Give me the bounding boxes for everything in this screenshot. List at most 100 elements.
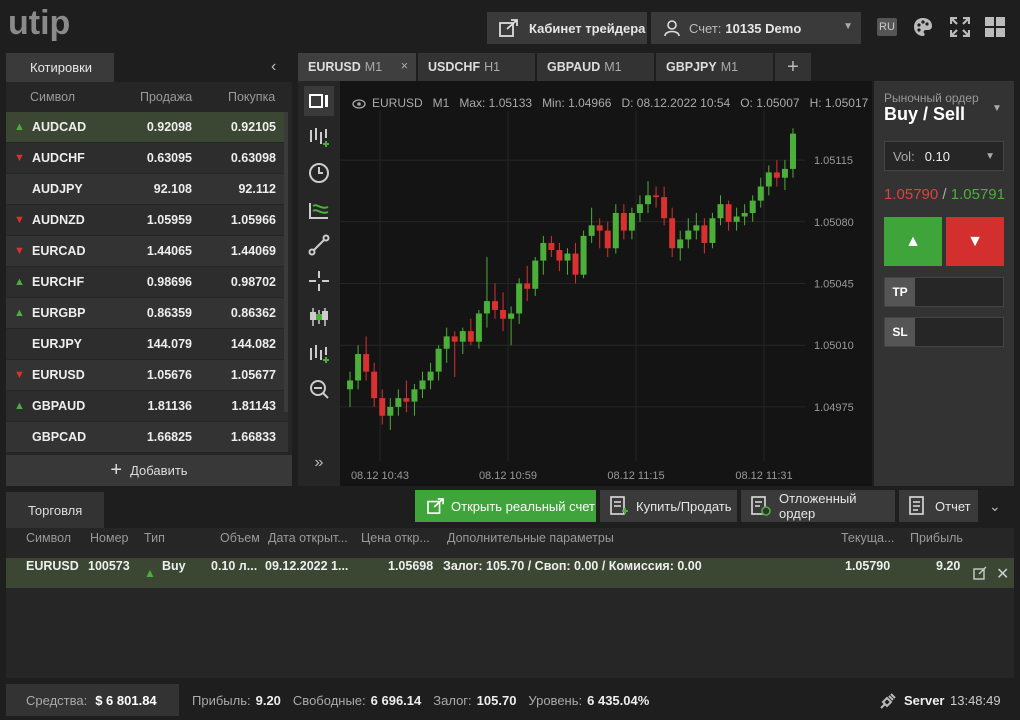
arrow-up-icon: ▲	[144, 566, 156, 580]
eye-icon[interactable]	[352, 97, 366, 112]
quote-row[interactable]: ▼ AUDNZD 1.05959 1.05966	[6, 205, 288, 235]
trade-col-0[interactable]: Символ	[26, 531, 71, 545]
candle-body	[781, 168, 788, 178]
chevron-down-icon[interactable]: ⌄	[989, 498, 1001, 515]
palette-icon[interactable]	[913, 17, 933, 40]
quote-bid: 1.81136	[147, 399, 193, 413]
tab-chart-gbpjpy[interactable]: GBPJPY M1	[656, 53, 773, 81]
sl-label: SL	[885, 318, 915, 346]
quote-row[interactable]: GBPCAD 1.66825 1.66833	[6, 422, 288, 452]
clock-time: 13:48:49	[950, 693, 1001, 708]
price-chart[interactable]: 1.05115 1.05080 1.05045 1.05010 1.04975 08.12…	[340, 81, 872, 486]
language-button[interactable]: RU	[877, 18, 897, 36]
fullscreen-icon[interactable]	[949, 16, 971, 40]
chevron-down-icon[interactable]: ▼	[992, 103, 1002, 114]
candle-body	[532, 260, 539, 289]
sell-button[interactable]: ▼	[946, 217, 1004, 266]
crosshair-icon[interactable]	[304, 266, 334, 296]
app-logo: utip	[8, 4, 71, 42]
close-icon[interactable]: ×	[401, 59, 408, 73]
collapse-left-icon[interactable]: ‹	[271, 58, 276, 76]
x-tick-label: 08.12 10:43	[351, 470, 409, 482]
expand-toolbar-icon[interactable]: »	[304, 448, 334, 478]
buy-sell-label: Купить/Продать	[636, 498, 732, 514]
quote-row[interactable]: ▲ EURGBP 0.86359 0.86362	[6, 298, 288, 328]
col-symbol: Символ	[30, 90, 76, 104]
trade-col-6[interactable]: Дополнительные параметры	[447, 531, 614, 545]
tab-trading[interactable]: Торговля	[6, 492, 104, 528]
close-position-icon[interactable]: ✕	[996, 564, 1009, 584]
chart-type-icon[interactable]	[304, 86, 334, 116]
account-selector[interactable]: Счет: 10135 Demo ▼	[651, 12, 861, 44]
candle-body	[685, 230, 692, 240]
candle-body	[347, 380, 354, 390]
quote-row[interactable]: ▼ EURUSD 1.05676 1.05677	[6, 360, 288, 390]
candle-body	[572, 253, 579, 275]
profit-value: 9.20	[255, 692, 281, 708]
y-tick-label: 1.05080	[814, 217, 854, 229]
quote-ask: 92.112	[238, 182, 276, 196]
candle-body	[645, 195, 652, 205]
quote-row[interactable]: ▼ EURCAD 1.44065 1.44069	[6, 236, 288, 266]
trade-col-3[interactable]: Объем	[220, 531, 260, 545]
candle-body	[773, 172, 780, 178]
free-value: 6 696.14	[370, 692, 422, 708]
account-prefix: Счет:	[689, 20, 722, 36]
candle-body	[540, 242, 547, 261]
buy-button[interactable]: ▲	[884, 217, 942, 266]
trader-cabinet-button[interactable]: Кабинет трейдера	[487, 12, 647, 44]
quotes-header: Символ Продажа Покупка	[6, 84, 292, 110]
zoom-out-icon[interactable]	[304, 374, 334, 404]
tab-chart-gbpaud[interactable]: GBPAUD M1	[537, 53, 654, 81]
indicators-add-icon[interactable]	[304, 122, 334, 152]
chart-area[interactable]: 1.05115 1.05080 1.05045 1.05010 1.04975 08.12…	[340, 81, 872, 486]
quote-ask: 0.63098	[230, 151, 276, 165]
quote-row[interactable]: ▲ GBPAUD 1.81136 1.81143	[6, 391, 288, 421]
clock-icon[interactable]	[304, 158, 334, 188]
candle-body	[500, 309, 507, 319]
buy-sell-button[interactable]: Купить/Продать	[600, 490, 737, 522]
server-label: Server	[904, 693, 945, 708]
tab-chart-usdchf[interactable]: USDCHF H1	[418, 53, 535, 81]
order-type[interactable]: Buy / Sell	[884, 104, 965, 125]
report-button[interactable]: Отчет	[899, 490, 978, 522]
add-symbol-button[interactable]: + Добавить	[6, 455, 292, 486]
quote-row[interactable]: ▲ AUDCAD 0.92098 0.92105	[6, 112, 288, 142]
trade-col-1[interactable]: Номер	[90, 531, 128, 545]
trade-col-4[interactable]: Дата открыт...	[268, 531, 348, 545]
tab-chart-eurusd[interactable]: EURUSD M1 ×	[298, 53, 416, 81]
volume-select[interactable]: Vol: 0.10 ▼	[884, 141, 1004, 171]
layout-grid-icon[interactable]	[985, 17, 1005, 40]
sl-field[interactable]: SL	[884, 317, 1004, 347]
candlestick-icon[interactable]	[304, 302, 334, 332]
candle-body	[427, 371, 434, 381]
edit-icon[interactable]	[973, 566, 987, 583]
trade-col-8[interactable]: Прибыль	[910, 531, 963, 545]
quote-row[interactable]: ▲ EURCHF 0.98696 0.98702	[6, 267, 288, 297]
pending-order-label: Отложенный ордер	[779, 491, 857, 521]
candle-body	[483, 301, 490, 314]
trade-col-5[interactable]: Цена откр...	[361, 531, 430, 545]
quote-row[interactable]: AUDJPY 92.108 92.112	[6, 174, 288, 204]
indicator-wave-icon[interactable]	[304, 194, 334, 224]
trade-col-2[interactable]: Тип	[144, 531, 165, 545]
tp-field[interactable]: TP	[884, 277, 1004, 307]
tab-quotes[interactable]: Котировки	[6, 53, 114, 82]
quote-row[interactable]: EURJPY 144.079 144.082	[6, 329, 288, 359]
y-tick-label: 1.05010	[814, 340, 854, 352]
col-ask: Покупка	[228, 90, 276, 104]
price-separator: /	[938, 186, 951, 203]
pending-order-button[interactable]: Отложенный ордер	[741, 490, 895, 522]
candle-body	[757, 186, 764, 201]
quotes-scrollbar[interactable]	[284, 112, 288, 412]
open-real-account-button[interactable]: Открыть реальный счет	[415, 490, 596, 522]
volume-label: Vol:	[893, 148, 915, 164]
tab-chart-tf: M1	[720, 60, 739, 74]
quote-symbol: EURCHF	[32, 275, 85, 289]
arrow-down-icon: ▼	[14, 214, 25, 226]
trendline-icon[interactable]	[304, 230, 334, 260]
trade-col-7[interactable]: Текуща...	[841, 531, 894, 545]
volume-add-icon[interactable]	[304, 338, 334, 368]
add-chart-tab-button[interactable]: +	[775, 53, 811, 81]
quote-row[interactable]: ▼ AUDCHF 0.63095 0.63098	[6, 143, 288, 173]
